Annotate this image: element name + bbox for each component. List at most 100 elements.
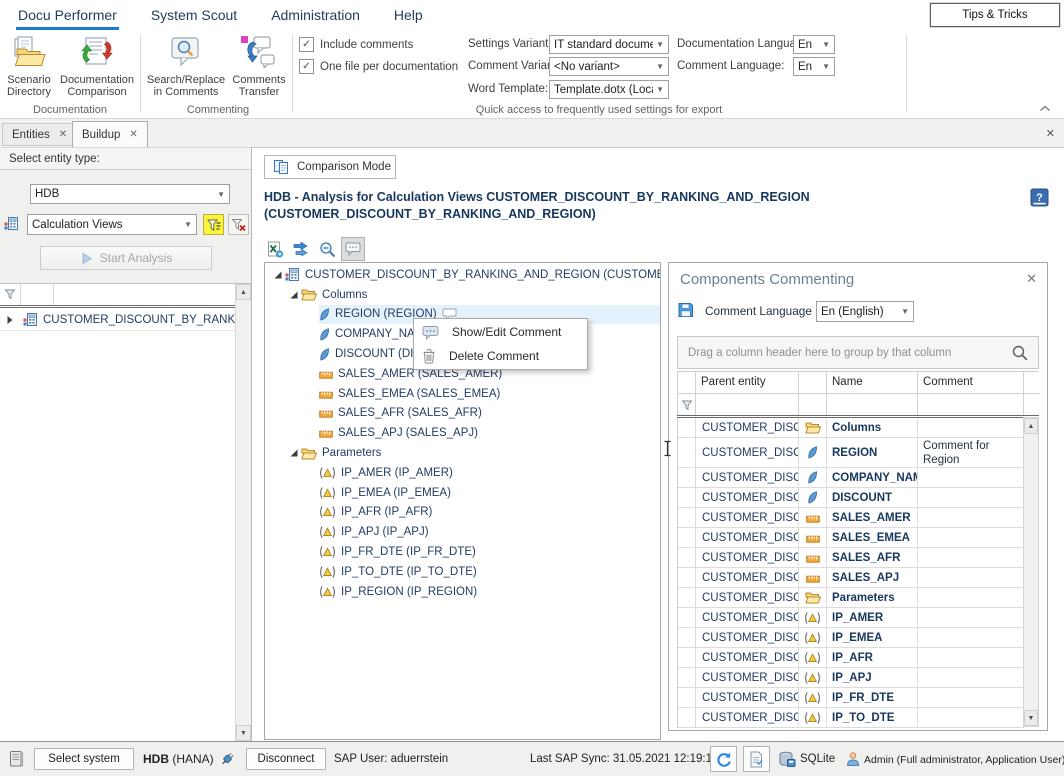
documentation-language-select[interactable]: En▼ xyxy=(793,35,835,54)
scroll-down-button[interactable]: ▼ xyxy=(236,725,251,741)
scrollbar-vertical[interactable]: ▲ ▼ xyxy=(1023,417,1039,727)
menu-system-scout[interactable]: System Scout xyxy=(151,7,237,23)
close-icon[interactable]: ✕ xyxy=(1026,271,1037,287)
close-icon[interactable]: ✕ xyxy=(59,129,67,140)
help-icon[interactable]: ? xyxy=(1030,188,1049,207)
comment-language-select[interactable]: En (English)▼ xyxy=(816,301,914,322)
scrollbar-vertical[interactable]: ▲ ▼ xyxy=(235,284,251,741)
zoom-out-button[interactable] xyxy=(315,237,339,261)
column-header-comment[interactable]: Comment xyxy=(918,372,1024,394)
table-row[interactable]: CUSTOMER_DISC...SALES_EMEA xyxy=(677,528,1039,548)
table-row[interactable]: CUSTOMER_DISC...IP_AFR xyxy=(677,648,1039,668)
table-row[interactable]: CUSTOMER_DISC...SALES_AMER xyxy=(677,508,1039,528)
tree-node[interactable]: IP_FR_DTE (IP_FR_DTE) xyxy=(265,542,660,562)
tree-node[interactable]: IP_REGION (IP_REGION) xyxy=(265,582,660,602)
transfer-button[interactable] xyxy=(289,237,313,261)
save-icon[interactable] xyxy=(677,302,694,318)
table-filter-row[interactable] xyxy=(677,394,1039,415)
comment-cell[interactable] xyxy=(918,418,1024,438)
close-icon[interactable]: ✕ xyxy=(129,129,137,140)
log-button[interactable] xyxy=(743,746,770,772)
entity-type-select[interactable]: Calculation Views▼ xyxy=(27,214,197,235)
table-row[interactable]: CUSTOMER_DISC...IP_EMEA xyxy=(677,628,1039,648)
table-row[interactable]: CUSTOMER_DISC...IP_APJ xyxy=(677,668,1039,688)
tree-node[interactable]: IP_AMER (IP_AMER) xyxy=(265,463,660,483)
settings-variant-select[interactable]: IT standard document...▼ xyxy=(549,35,669,54)
tree-node[interactable]: IP_AFR (IP_AFR) xyxy=(265,503,660,523)
start-analysis-button[interactable]: Start Analysis xyxy=(40,246,212,270)
comment-cell[interactable] xyxy=(918,608,1024,628)
menu-help[interactable]: Help xyxy=(394,7,423,23)
one-file-per-doc-checkbox[interactable]: ✓ One file per documentation xyxy=(299,59,458,74)
tree-node[interactable]: SALES_APJ (SALES_APJ) xyxy=(265,423,660,443)
system-select[interactable]: HDB▼ xyxy=(30,184,230,204)
table-row[interactable]: CUSTOMER_DISC...IP_AMER xyxy=(677,608,1039,628)
filter-button[interactable] xyxy=(203,214,224,235)
excel-export-button[interactable] xyxy=(263,237,287,261)
clear-filter-button[interactable] xyxy=(228,214,249,235)
comment-cell[interactable] xyxy=(918,668,1024,688)
comment-cell[interactable] xyxy=(918,468,1024,488)
comment-variant-select[interactable]: <No variant>▼ xyxy=(549,57,669,76)
comment-cell[interactable] xyxy=(918,628,1024,648)
scroll-down-button[interactable]: ▼ xyxy=(1024,710,1038,726)
comment-cell[interactable] xyxy=(918,688,1024,708)
column-header-icon[interactable] xyxy=(799,372,827,394)
table-row[interactable]: CUSTOMER_DISC...Columns xyxy=(677,418,1039,438)
search-replace-comments-button[interactable]: Search/Replace in Comments xyxy=(146,34,226,98)
tree-expander-icon[interactable] xyxy=(287,290,301,300)
tree-node[interactable]: SALES_AFR (SALES_AFR) xyxy=(265,404,660,424)
refresh-button[interactable] xyxy=(710,746,737,772)
tree-node[interactable]: CUSTOMER_DISCOUNT_BY_RANKING_AND_REGION … xyxy=(265,265,660,285)
table-row[interactable]: CUSTOMER_DISC...COMPANY_NAME xyxy=(677,468,1039,488)
comment-cell[interactable] xyxy=(918,508,1024,528)
word-template-select[interactable]: Template.dotx (Local)▼ xyxy=(549,80,669,99)
comment-cell[interactable] xyxy=(918,548,1024,568)
tree-expander-icon[interactable] xyxy=(287,448,301,458)
comment-cell[interactable] xyxy=(918,568,1024,588)
comments-transfer-button[interactable]: Comments Transfer xyxy=(228,34,290,98)
table-row[interactable]: CUSTOMER_DISC...IP_TO_DTE xyxy=(677,708,1039,728)
entity-list-row[interactable]: CUSTOMER_DISCOUNT_BY_RANKING_AND_REGION … xyxy=(0,309,236,331)
select-system-button[interactable]: Select system xyxy=(34,748,134,770)
comment-language-ribbon-select[interactable]: En▼ xyxy=(793,57,835,76)
tree-node[interactable]: IP_EMEA (IP_EMEA) xyxy=(265,483,660,503)
disconnect-button[interactable]: Disconnect xyxy=(246,748,326,770)
table-row[interactable]: CUSTOMER_DISC...REGIONComment for Region xyxy=(677,438,1039,468)
context-menu-item[interactable]: Delete Comment xyxy=(414,344,587,368)
comment-cell[interactable] xyxy=(918,528,1024,548)
tree-node[interactable]: Parameters xyxy=(265,443,660,463)
menu-docu-performer[interactable]: Docu Performer xyxy=(18,7,117,23)
tree-node[interactable]: IP_TO_DTE (IP_TO_DTE) xyxy=(265,562,660,582)
tips-tricks-button[interactable]: Tips & Tricks xyxy=(930,3,1060,27)
comment-cell[interactable] xyxy=(918,648,1024,668)
table-row[interactable]: CUSTOMER_DISC...IP_FR_DTE xyxy=(677,688,1039,708)
comment-cell[interactable] xyxy=(918,708,1024,728)
scenario-directory-button[interactable]: Scenario Directory xyxy=(2,34,56,98)
include-comments-checkbox[interactable]: ✓ Include comments xyxy=(299,37,413,52)
row-expand-icon[interactable] xyxy=(6,315,14,325)
column-header-parent-entity[interactable]: Parent entity xyxy=(696,372,799,394)
ribbon-collapse-button[interactable] xyxy=(1038,104,1052,116)
comparison-mode-button[interactable]: Comparison Mode xyxy=(264,155,396,179)
table-row[interactable]: CUSTOMER_DISC...SALES_AFR xyxy=(677,548,1039,568)
list-filter-row[interactable] xyxy=(0,284,236,306)
column-header-name[interactable]: Name xyxy=(827,372,918,394)
search-icon[interactable] xyxy=(1011,344,1028,361)
tab-entities[interactable]: Entities✕ xyxy=(2,123,77,146)
tab-buildup[interactable]: Buildup✕ xyxy=(72,121,148,147)
comment-cell[interactable] xyxy=(918,488,1024,508)
scroll-up-button[interactable]: ▲ xyxy=(236,284,251,300)
tree-expander-icon[interactable] xyxy=(271,270,285,280)
menu-administration[interactable]: Administration xyxy=(271,7,360,23)
table-row[interactable]: CUSTOMER_DISC...Parameters xyxy=(677,588,1039,608)
comments-toggle-button[interactable] xyxy=(341,237,365,261)
documentation-comparison-button[interactable]: Documentation Comparison xyxy=(58,34,136,98)
context-menu-item[interactable]: Show/Edit Comment xyxy=(414,320,587,344)
scroll-up-button[interactable]: ▲ xyxy=(1024,418,1038,434)
tree-node[interactable]: IP_APJ (IP_APJ) xyxy=(265,522,660,542)
tree-node[interactable]: SALES_EMEA (SALES_EMEA) xyxy=(265,384,660,404)
tree-node[interactable]: Columns xyxy=(265,285,660,305)
table-row[interactable]: CUSTOMER_DISC...DISCOUNT xyxy=(677,488,1039,508)
close-icon[interactable]: ✕ xyxy=(1046,127,1055,140)
